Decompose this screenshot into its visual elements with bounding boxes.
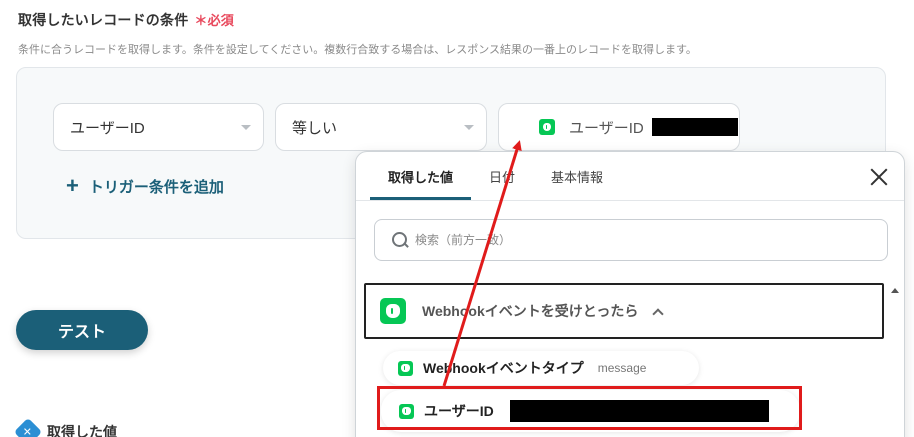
- close-icon[interactable]: [870, 168, 888, 186]
- group-header-webhook[interactable]: Webhookイベントを受けとったら: [364, 283, 884, 339]
- scroll-up-icon[interactable]: [891, 288, 899, 293]
- line-app-icon: [398, 360, 413, 376]
- gear-icon: ✕: [13, 417, 43, 437]
- tabs-divider: [356, 200, 904, 201]
- field-select-value: ユーザーID: [70, 119, 145, 137]
- popup-tabs: 取得した値 日付 基本情報: [370, 152, 621, 200]
- list-item-event-type[interactable]: Webhookイベントタイプ message: [383, 351, 699, 385]
- operator-select-value: 等しい: [292, 119, 338, 137]
- add-trigger-condition-button[interactable]: + トリガー条件を追加: [66, 175, 224, 197]
- acquired-values-heading: ✕ 取得した値: [13, 417, 117, 437]
- value-field[interactable]: ユーザーID: [498, 103, 740, 151]
- condition-description: 条件に合うレコードを取得します。条件を設定してください。複数行合致する場合は、レ…: [18, 44, 697, 56]
- field-select[interactable]: ユーザーID: [53, 103, 264, 151]
- search-input[interactable]: [415, 233, 855, 247]
- condition-title-text: 取得したいレコードの条件: [18, 12, 189, 28]
- redacted-block: [651, 118, 738, 136]
- chevron-up-icon[interactable]: [652, 307, 664, 320]
- tab-date[interactable]: 日付: [471, 152, 533, 200]
- line-app-icon: [539, 119, 555, 135]
- search-icon: [391, 231, 409, 249]
- search-box[interactable]: [374, 219, 888, 261]
- operator-select[interactable]: 等しい: [275, 103, 487, 151]
- group-title: Webhookイベントを受けとったら: [422, 303, 639, 319]
- tab-acquired-values[interactable]: 取得した値: [370, 152, 472, 200]
- caret-down-icon: [241, 125, 251, 130]
- test-button[interactable]: テスト: [16, 310, 148, 350]
- plus-icon: +: [66, 173, 79, 198]
- item-title: Webhookイベントタイプ: [423, 360, 584, 376]
- caret-down-icon: [464, 125, 474, 130]
- condition-title: 取得したいレコードの条件 ＊必須: [18, 10, 234, 30]
- value-field-token: ユーザーID: [569, 119, 644, 137]
- add-trigger-label: トリガー条件を追加: [88, 178, 224, 196]
- required-mark: ＊必須: [194, 13, 235, 28]
- item-sample: message: [597, 361, 647, 375]
- tab-basic-info[interactable]: 基本情報: [533, 152, 621, 200]
- annotation-highlight-box: [377, 386, 802, 430]
- acquired-values-label: 取得した値: [47, 424, 117, 437]
- line-app-icon: [380, 298, 406, 324]
